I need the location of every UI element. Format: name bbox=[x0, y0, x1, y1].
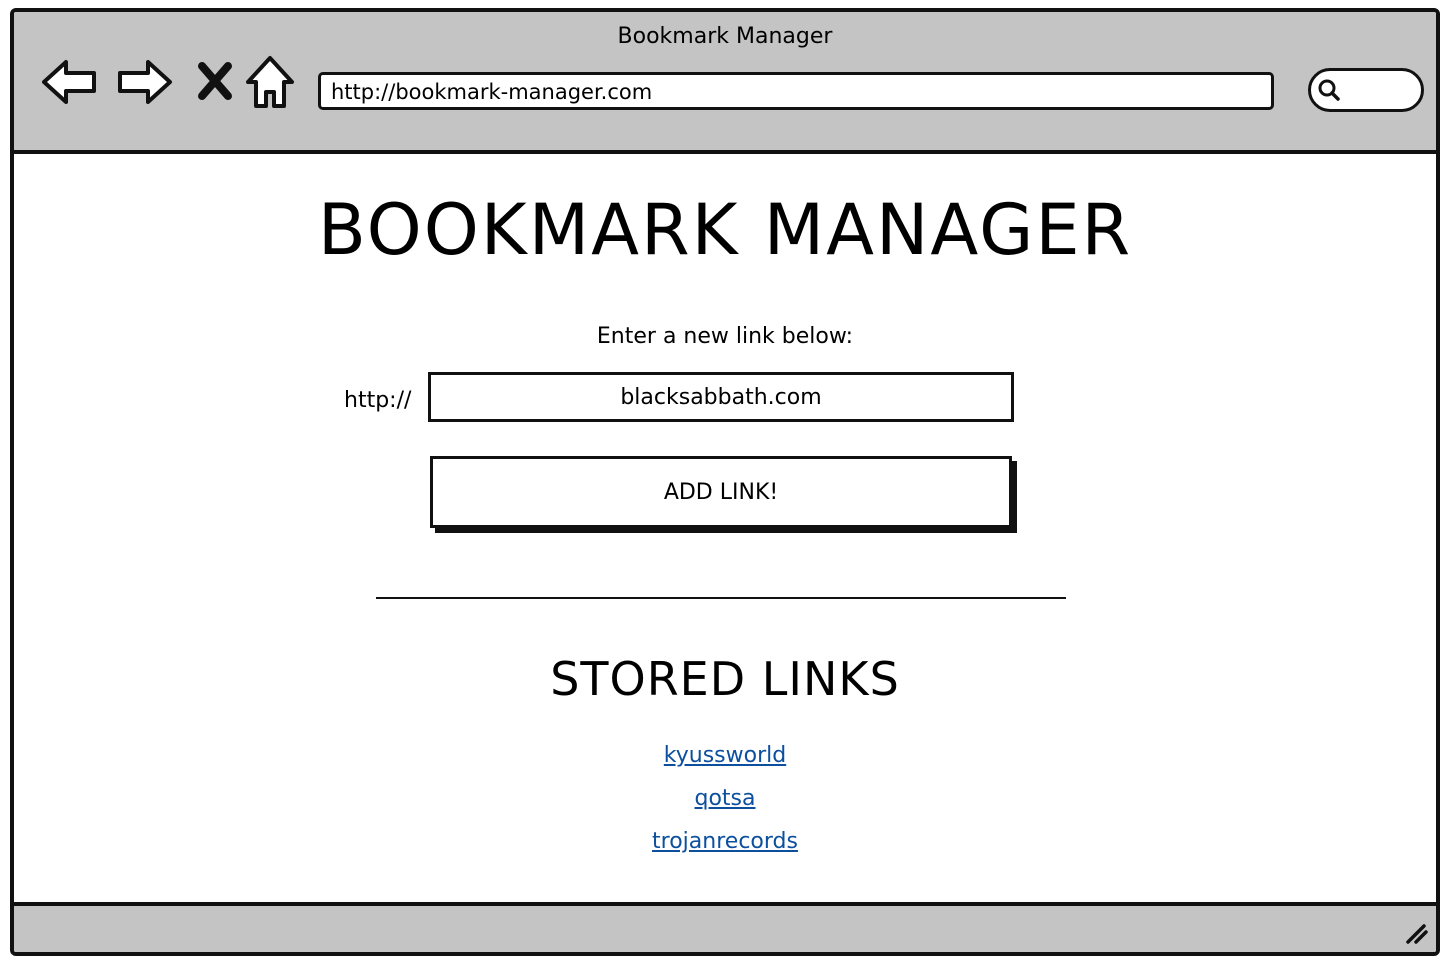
search-box[interactable] bbox=[1308, 68, 1424, 112]
browser-toolbar: Bookmark Manager http://bookmark-manager… bbox=[14, 12, 1436, 154]
list-item: trojanrecords bbox=[14, 820, 1436, 863]
link-input[interactable] bbox=[428, 372, 1014, 422]
home-icon[interactable] bbox=[240, 52, 300, 112]
stored-links-list: kyussworld qotsa trojanrecords bbox=[14, 734, 1436, 863]
browser-window: Bookmark Manager http://bookmark-manager… bbox=[10, 8, 1440, 956]
add-link-button[interactable]: ADD LINK! bbox=[430, 456, 1012, 528]
forward-arrow-icon[interactable] bbox=[114, 52, 174, 112]
stored-link-qotsa[interactable]: qotsa bbox=[695, 786, 756, 811]
list-item: qotsa bbox=[14, 777, 1436, 820]
page-title: BOOKMARK MANAGER bbox=[317, 189, 1133, 271]
link-prompt: Enter a new link below: bbox=[596, 324, 854, 349]
status-bar bbox=[14, 902, 1436, 952]
window-title: Bookmark Manager bbox=[617, 24, 833, 49]
page-content: BOOKMARK MANAGER Enter a new link below:… bbox=[14, 154, 1436, 906]
url-prefix-label: http:// bbox=[344, 388, 412, 413]
search-icon bbox=[1318, 79, 1340, 101]
divider bbox=[376, 597, 1066, 599]
list-item: kyussworld bbox=[14, 734, 1436, 777]
stored-links-heading: STORED LINKS bbox=[550, 652, 900, 706]
address-bar[interactable]: http://bookmark-manager.com bbox=[318, 72, 1274, 110]
stored-link-kyussworld[interactable]: kyussworld bbox=[664, 743, 786, 768]
stored-link-trojanrecords[interactable]: trojanrecords bbox=[652, 829, 798, 854]
close-icon[interactable] bbox=[186, 52, 246, 112]
resize-grip-icon[interactable] bbox=[1402, 918, 1430, 946]
back-arrow-icon[interactable] bbox=[40, 52, 100, 112]
